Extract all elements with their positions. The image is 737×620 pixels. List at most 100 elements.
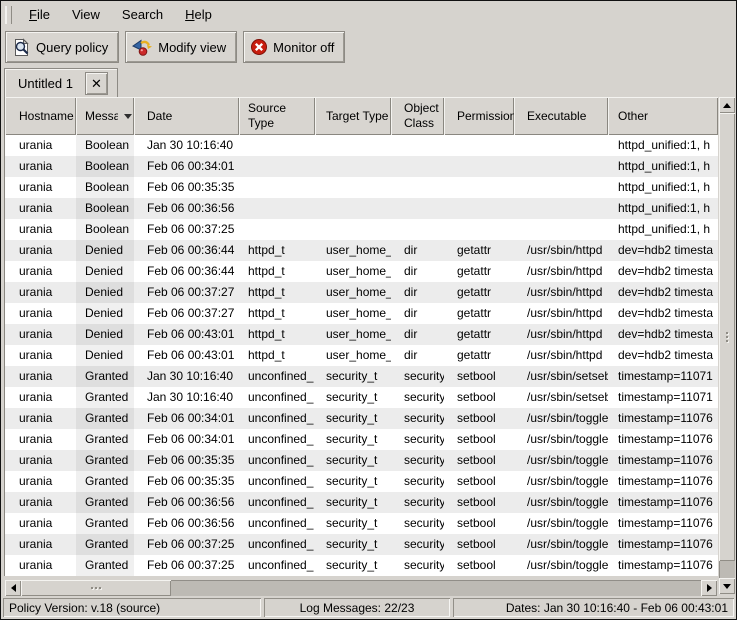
table-row[interactable]: urania Boolean Feb 06 00:35:35 httpd_uni…: [5, 177, 718, 198]
cell-target-type: [315, 156, 391, 177]
cell-object-class: dir: [391, 303, 444, 324]
table-row[interactable]: urania Boolean Jan 30 10:16:40 httpd_uni…: [5, 135, 718, 156]
cell-hostname: urania: [5, 261, 76, 282]
cell-target-type: security_t: [315, 555, 391, 576]
table-row[interactable]: urania Denied Feb 06 00:36:44 httpd_t us…: [5, 261, 718, 282]
table-row[interactable]: urania Denied Feb 06 00:36:44 httpd_t us…: [5, 240, 718, 261]
tab-untitled-1[interactable]: Untitled 1 ✕: [4, 68, 118, 97]
seaudit-window: FileViewSearchHelp Query policy: [0, 0, 737, 620]
table-row[interactable]: urania Boolean Feb 06 00:36:56 httpd_uni…: [5, 198, 718, 219]
menu-item-file[interactable]: File: [18, 3, 61, 26]
cell-object-class: dir: [391, 324, 444, 345]
cell-message: Granted: [76, 534, 134, 555]
cell-permission: [444, 177, 514, 198]
cell-date: Feb 06 00:36:56: [134, 492, 239, 513]
cell-date: Feb 06 00:34:01: [134, 408, 239, 429]
table-row[interactable]: urania Granted Feb 06 00:34:01 unconfine…: [5, 408, 718, 429]
cell-executable: /usr/sbin/toggle: [514, 408, 608, 429]
column-header-object-class[interactable]: Object Class: [391, 97, 444, 135]
menu-bar: FileViewSearchHelp: [1, 1, 736, 28]
menu-item-search[interactable]: Search: [111, 3, 174, 26]
table-row[interactable]: urania Denied Feb 06 00:43:01 httpd_t us…: [5, 324, 718, 345]
menu-item-help[interactable]: Help: [174, 3, 223, 26]
cell-permission: setbool: [444, 408, 514, 429]
menu-item-view[interactable]: View: [61, 3, 111, 26]
scroll-up-button[interactable]: [719, 97, 735, 113]
cell-message: Granted: [76, 450, 134, 471]
column-header-date[interactable]: Date: [134, 97, 239, 135]
table-row[interactable]: urania Denied Feb 06 00:43:01 httpd_t us…: [5, 345, 718, 366]
column-header-hostname[interactable]: Hostname: [5, 97, 76, 135]
table-row[interactable]: urania Denied Feb 06 00:37:27 httpd_t us…: [5, 303, 718, 324]
cell-object-class: dir: [391, 261, 444, 282]
cell-executable: [514, 198, 608, 219]
column-header-source-type[interactable]: Source Type: [239, 97, 315, 135]
cell-source-type: unconfined_: [239, 492, 315, 513]
cell-permission: [444, 198, 514, 219]
cell-source-type: [239, 177, 315, 198]
column-header-other[interactable]: Other: [608, 97, 718, 135]
policy-version-panel: Policy Version: v.18 (source): [3, 598, 261, 617]
cell-message: Denied: [76, 345, 134, 366]
table-body: urania Boolean Jan 30 10:16:40 httpd_uni…: [4, 135, 718, 576]
cell-date: Feb 06 00:37:25: [134, 534, 239, 555]
table-row[interactable]: urania Granted Feb 06 00:34:01 unconfine…: [5, 429, 718, 450]
table-row[interactable]: urania Boolean Feb 06 00:37:25 httpd_uni…: [5, 219, 718, 240]
cell-source-type: unconfined_: [239, 387, 315, 408]
cell-permission: setbool: [444, 387, 514, 408]
cell-other: timestamp=11071: [608, 387, 718, 408]
table-row[interactable]: urania Granted Feb 06 00:36:56 unconfine…: [5, 492, 718, 513]
scroll-left-button[interactable]: [5, 580, 21, 596]
cell-target-type: user_home_: [315, 240, 391, 261]
table-row[interactable]: urania Granted Feb 06 00:37:25 unconfine…: [5, 534, 718, 555]
horizontal-scrollbar[interactable]: [5, 580, 717, 596]
column-header-executable[interactable]: Executable: [514, 97, 608, 135]
modify-view-button[interactable]: Modify view: [125, 31, 237, 63]
cell-hostname: urania: [5, 240, 76, 261]
cell-source-type: unconfined_: [239, 471, 315, 492]
cell-hostname: urania: [5, 492, 76, 513]
table-row[interactable]: urania Granted Feb 06 00:35:35 unconfine…: [5, 471, 718, 492]
cell-target-type: user_home_: [315, 324, 391, 345]
cell-permission: setbool: [444, 513, 514, 534]
cell-executable: [514, 219, 608, 240]
arrow-left-icon: [11, 584, 16, 592]
cell-permission: getattr: [444, 345, 514, 366]
column-header-permission[interactable]: Permission: [444, 97, 514, 135]
menubar-grip-handle[interactable]: [5, 6, 12, 24]
vertical-scrollbar[interactable]: [719, 97, 735, 594]
cell-hostname: urania: [5, 324, 76, 345]
scroll-right-button[interactable]: [701, 580, 717, 596]
table-row[interactable]: urania Granted Jan 30 10:16:40 unconfine…: [5, 387, 718, 408]
query-policy-button[interactable]: Query policy: [5, 31, 119, 63]
cell-date: Feb 06 00:37:25: [134, 555, 239, 576]
table-row[interactable]: urania Granted Feb 06 00:36:56 unconfine…: [5, 513, 718, 534]
scroll-down-button[interactable]: [719, 578, 735, 594]
cell-permission: [444, 156, 514, 177]
table-row[interactable]: urania Granted Feb 06 00:35:35 unconfine…: [5, 450, 718, 471]
monitor-off-button[interactable]: Monitor off: [243, 31, 345, 63]
cell-other: timestamp=11076: [608, 534, 718, 555]
cell-other: timestamp=11076: [608, 429, 718, 450]
table-row[interactable]: urania Granted Jan 30 10:16:40 unconfine…: [5, 366, 718, 387]
cell-object-class: security: [391, 513, 444, 534]
vertical-scrollbar-thumb[interactable]: [719, 113, 735, 561]
cell-message: Denied: [76, 324, 134, 345]
dates-text: Dates: Jan 30 10:16:40 - Feb 06 00:43:01: [506, 601, 728, 615]
cell-executable: /usr/sbin/toggle: [514, 429, 608, 450]
cell-date: Feb 06 00:34:01: [134, 429, 239, 450]
cell-other: httpd_unified:1, h: [608, 198, 718, 219]
cell-message: Boolean: [76, 135, 134, 156]
table-row[interactable]: urania Boolean Feb 06 00:34:01 httpd_uni…: [5, 156, 718, 177]
horizontal-scrollbar-thumb[interactable]: [21, 580, 171, 596]
cell-date: Feb 06 00:34:01: [134, 156, 239, 177]
column-header-message[interactable]: Messa: [76, 97, 134, 135]
tab-close-button[interactable]: ✕: [85, 72, 108, 95]
column-header-target-type[interactable]: Target Type: [315, 97, 391, 135]
cell-source-type: [239, 135, 315, 156]
table-row[interactable]: urania Granted Feb 06 00:37:25 unconfine…: [5, 555, 718, 576]
cell-permission: [444, 219, 514, 240]
table-row[interactable]: urania Denied Feb 06 00:37:27 httpd_t us…: [5, 282, 718, 303]
modify-view-label: Modify view: [158, 40, 226, 55]
cell-target-type: user_home_: [315, 282, 391, 303]
